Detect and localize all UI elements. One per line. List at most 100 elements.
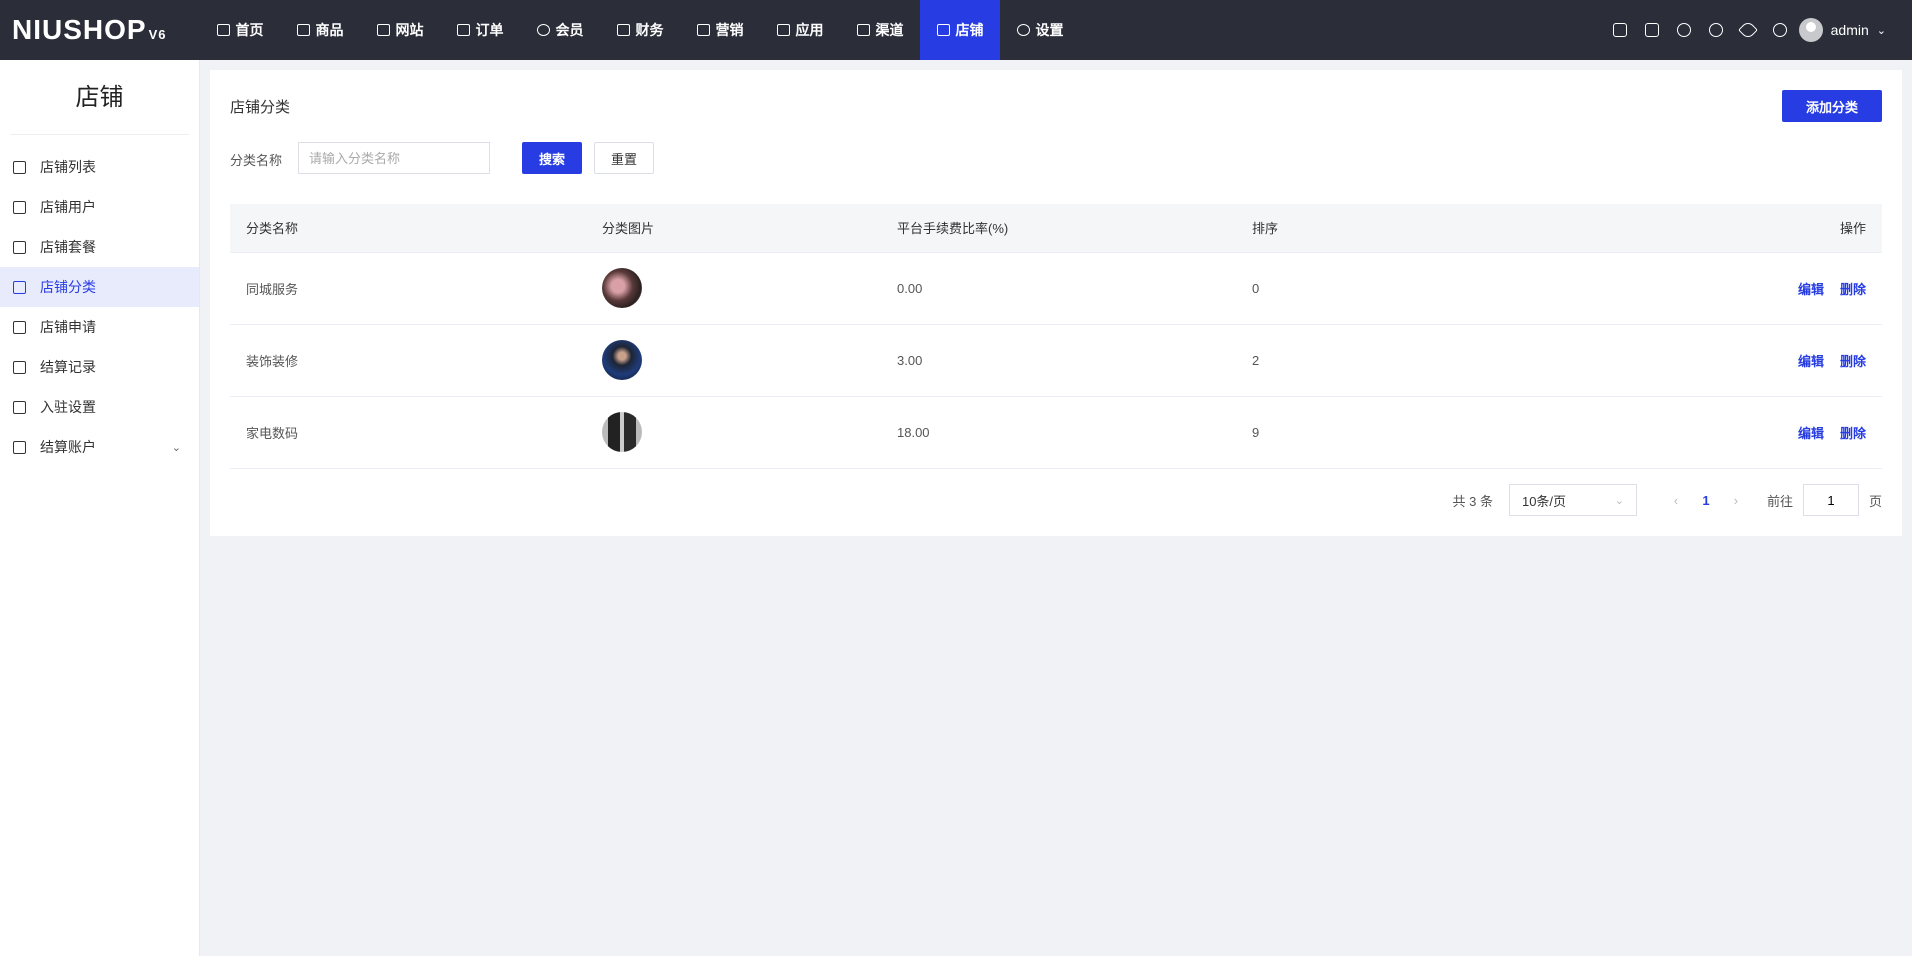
sort-order: 0 [1236, 252, 1408, 325]
logo-text: NIUSHOP [12, 14, 147, 45]
pagination: 共 3 条 10条/页 ⌄ ‹ 1 › 前往 页 [1453, 484, 1882, 516]
sort-order: 2 [1236, 324, 1408, 397]
nav-orders[interactable]: 订单 [440, 0, 520, 60]
sidebar-item-label: 店铺套餐 [40, 239, 96, 255]
sidebar-item-store-users[interactable]: 店铺用户 [0, 187, 199, 227]
sidebar: 店铺 店铺列表 店铺用户 店铺套餐 店铺分类 店铺申请 结算记录 入驻设置 结算… [0, 60, 200, 956]
sidebar-item-label: 结算账户 [40, 439, 96, 455]
sidebar-item-join-settings[interactable]: 入驻设置 [0, 387, 199, 427]
store-icon [936, 24, 950, 36]
edit-link[interactable]: 编辑 [1798, 282, 1824, 297]
sidebar-item-label: 店铺用户 [40, 199, 96, 215]
page-size-select[interactable]: 10条/页 ⌄ [1508, 484, 1637, 516]
category-image [602, 412, 642, 452]
gear-icon [1016, 24, 1030, 36]
category-name: 装饰装修 [230, 324, 586, 397]
sidebar-menu: 店铺列表 店铺用户 店铺套餐 店铺分类 店铺申请 结算记录 入驻设置 结算账户 ⌄ [0, 147, 199, 467]
chevron-down-icon: ⌄ [171, 441, 181, 454]
edit-link[interactable]: 编辑 [1798, 354, 1824, 369]
category-name-input[interactable] [298, 142, 490, 174]
shop-icon[interactable] [1612, 23, 1627, 37]
nav-settings[interactable]: 设置 [1000, 0, 1080, 60]
nav-label: 设置 [1035, 22, 1064, 38]
sidebar-item-store-packages[interactable]: 店铺套餐 [0, 227, 199, 267]
sidebar-item-store-category[interactable]: 店铺分类 [0, 267, 199, 307]
rocket-icon[interactable] [1737, 20, 1758, 40]
wallet-icon [13, 440, 26, 454]
website-icon [376, 24, 390, 36]
table-row: 装饰装修 3.00 2 编辑 删除 [230, 324, 1882, 397]
store-settings-icon [13, 400, 26, 414]
sort-list-icon [13, 280, 26, 294]
goto-page-input[interactable] [1802, 484, 1859, 516]
logo-version: V6 [148, 27, 167, 42]
prev-page-button[interactable]: ‹ [1661, 493, 1691, 508]
main-nav: 首页 商品 网站 订单 会员 财务 营销 应用 渠道 店铺 设置 [200, 0, 1080, 60]
user-menu[interactable]: admin ⌄ [1798, 18, 1886, 42]
category-image [602, 268, 642, 308]
sidebar-item-label: 结算记录 [40, 359, 96, 375]
gear-icon[interactable] [1772, 23, 1787, 37]
column-header: 平台手续费比率(%) [881, 204, 1236, 253]
sidebar-item-label: 店铺列表 [40, 159, 96, 175]
form-edit-icon [13, 320, 26, 334]
category-image [602, 340, 642, 380]
header-actions: admin ⌄ [1612, 0, 1886, 60]
nav-website[interactable]: 网站 [360, 0, 440, 60]
username: admin [1830, 22, 1869, 38]
nav-label: 店铺 [955, 22, 984, 38]
sidebar-item-settlement-account[interactable]: 结算账户 ⌄ [0, 427, 199, 467]
nav-apps[interactable]: 应用 [760, 0, 840, 60]
sidebar-item-label: 入驻设置 [40, 399, 96, 415]
nav-marketing[interactable]: 营销 [680, 0, 760, 60]
nav-label: 首页 [235, 22, 264, 38]
sidebar-item-store-list[interactable]: 店铺列表 [0, 147, 199, 187]
basket-icon [13, 240, 26, 254]
add-category-button[interactable]: 添加分类 [1782, 90, 1882, 122]
sidebar-item-settlement-records[interactable]: 结算记录 [0, 347, 199, 387]
message-icon[interactable] [1644, 23, 1659, 37]
nav-home[interactable]: 首页 [200, 0, 280, 60]
page-number[interactable]: 1 [1691, 493, 1721, 508]
category-name: 家电数码 [230, 396, 586, 469]
box-icon [296, 24, 310, 36]
table-row: 同城服务 0.00 0 编辑 删除 [230, 252, 1882, 325]
next-page-button[interactable]: › [1721, 493, 1751, 508]
nav-label: 网站 [395, 22, 424, 38]
chart-icon [696, 24, 710, 36]
user-add-icon [13, 200, 26, 214]
search-button[interactable]: 搜索 [522, 142, 582, 174]
delete-link[interactable]: 删除 [1840, 354, 1866, 369]
store-icon [13, 160, 26, 174]
monitor-icon [216, 24, 230, 36]
nav-store[interactable]: 店铺 [920, 0, 1000, 60]
delete-link[interactable]: 删除 [1840, 426, 1866, 441]
chevron-down-icon: ⌄ [1876, 24, 1886, 37]
page-size-value: 10条/页 [1521, 493, 1567, 509]
table-header: 分类名称 分类图片 平台手续费比率(%) 排序 操作 [230, 204, 1882, 253]
nav-goods[interactable]: 商品 [280, 0, 360, 60]
sidebar-item-label: 店铺申请 [40, 319, 96, 335]
logo[interactable]: NIUSHOP V6 [12, 14, 166, 46]
delete-link[interactable]: 删除 [1840, 282, 1866, 297]
table-row: 家电数码 18.00 9 编辑 删除 [230, 396, 1882, 469]
sidebar-item-store-apply[interactable]: 店铺申请 [0, 307, 199, 347]
info-icon[interactable] [1676, 23, 1691, 37]
nav-channel[interactable]: 渠道 [840, 0, 920, 60]
fee-rate: 3.00 [881, 324, 1236, 397]
edit-link[interactable]: 编辑 [1798, 426, 1824, 441]
refresh-icon[interactable] [1708, 23, 1723, 37]
page-title: 店铺分类 [230, 99, 291, 116]
nav-label: 财务 [635, 22, 664, 38]
goto-label: 前往 [1766, 493, 1793, 509]
reset-button[interactable]: 重置 [594, 142, 654, 174]
chevron-down-icon: ⌄ [1614, 494, 1624, 507]
nav-label: 商品 [315, 22, 344, 38]
nav-finance[interactable]: 财务 [600, 0, 680, 60]
page-suffix: 页 [1868, 493, 1882, 509]
column-header: 分类图片 [586, 204, 881, 253]
nav-label: 应用 [795, 22, 824, 38]
nav-members[interactable]: 会员 [520, 0, 600, 60]
sidebar-item-label: 店铺分类 [40, 279, 96, 295]
nav-label: 渠道 [875, 22, 904, 38]
